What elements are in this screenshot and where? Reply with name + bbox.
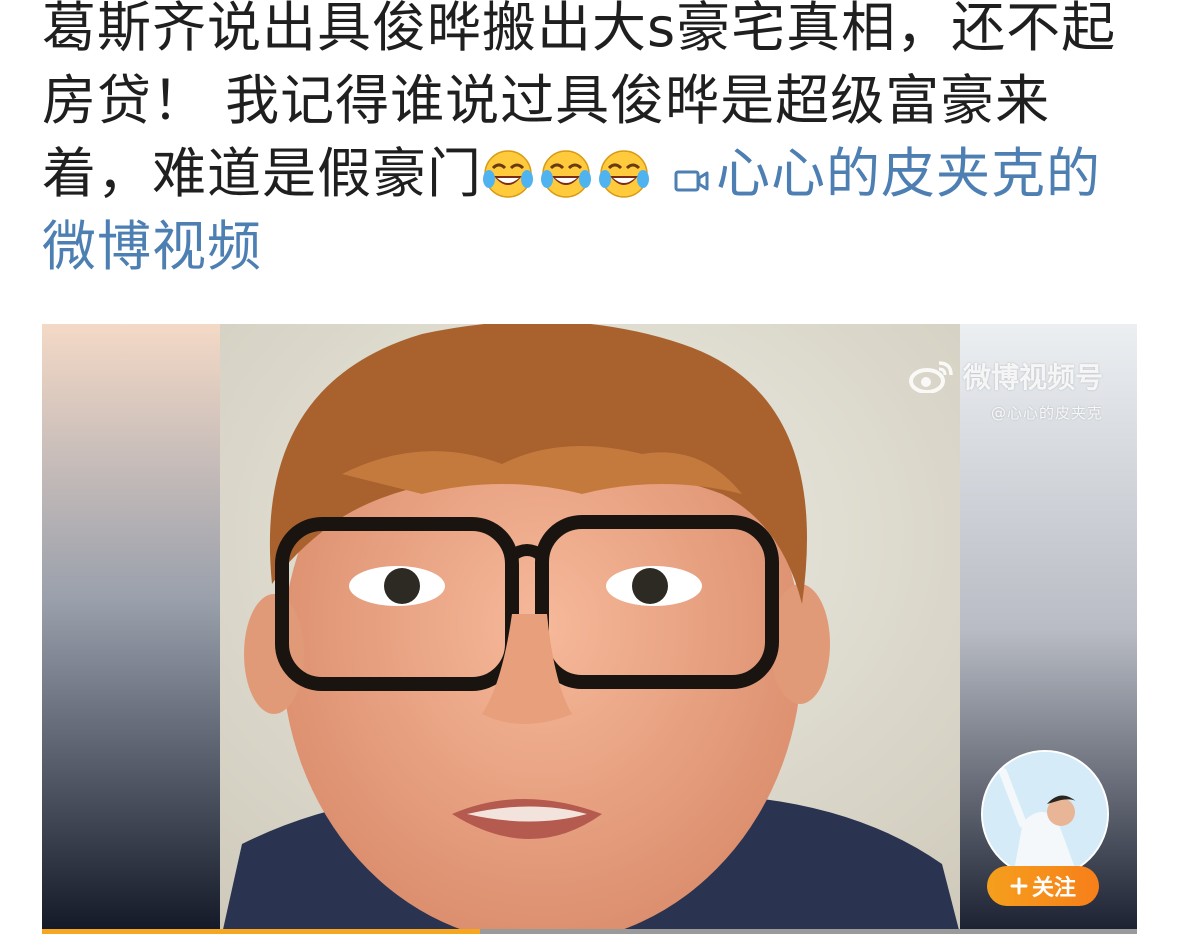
laugh-cry-emoji-icon: [541, 150, 591, 198]
video-progress-bar[interactable]: [42, 929, 1137, 934]
uploader-badge: 关注: [981, 750, 1109, 910]
follow-button[interactable]: 关注: [987, 866, 1099, 906]
avatar[interactable]: [981, 750, 1109, 878]
post-text: 葛斯齐说出具俊晔搬出大s豪宅真相，还不起房贷！ 我记得谁说过具俊晔是超级富豪来着…: [42, 0, 1137, 283]
weibo-logo-icon: [908, 361, 953, 393]
video-player[interactable]: 微博视频号 @心心的皮夹克 关注: [42, 324, 1137, 934]
laugh-cry-emoji-icon: [483, 150, 533, 198]
plus-icon: [1010, 877, 1028, 895]
video-camera-icon: [674, 170, 709, 192]
watermark-user: @心心的皮夹克: [990, 404, 1103, 422]
weibo-watermark: 微博视频号 @心心的皮夹克: [908, 356, 1103, 423]
laugh-cry-emoji-icon: [599, 150, 649, 198]
avatar-image: [983, 752, 1107, 876]
follow-label: 关注: [1031, 876, 1076, 901]
video-progress-fill: [42, 929, 480, 934]
watermark-title: 微博视频号: [962, 361, 1103, 394]
